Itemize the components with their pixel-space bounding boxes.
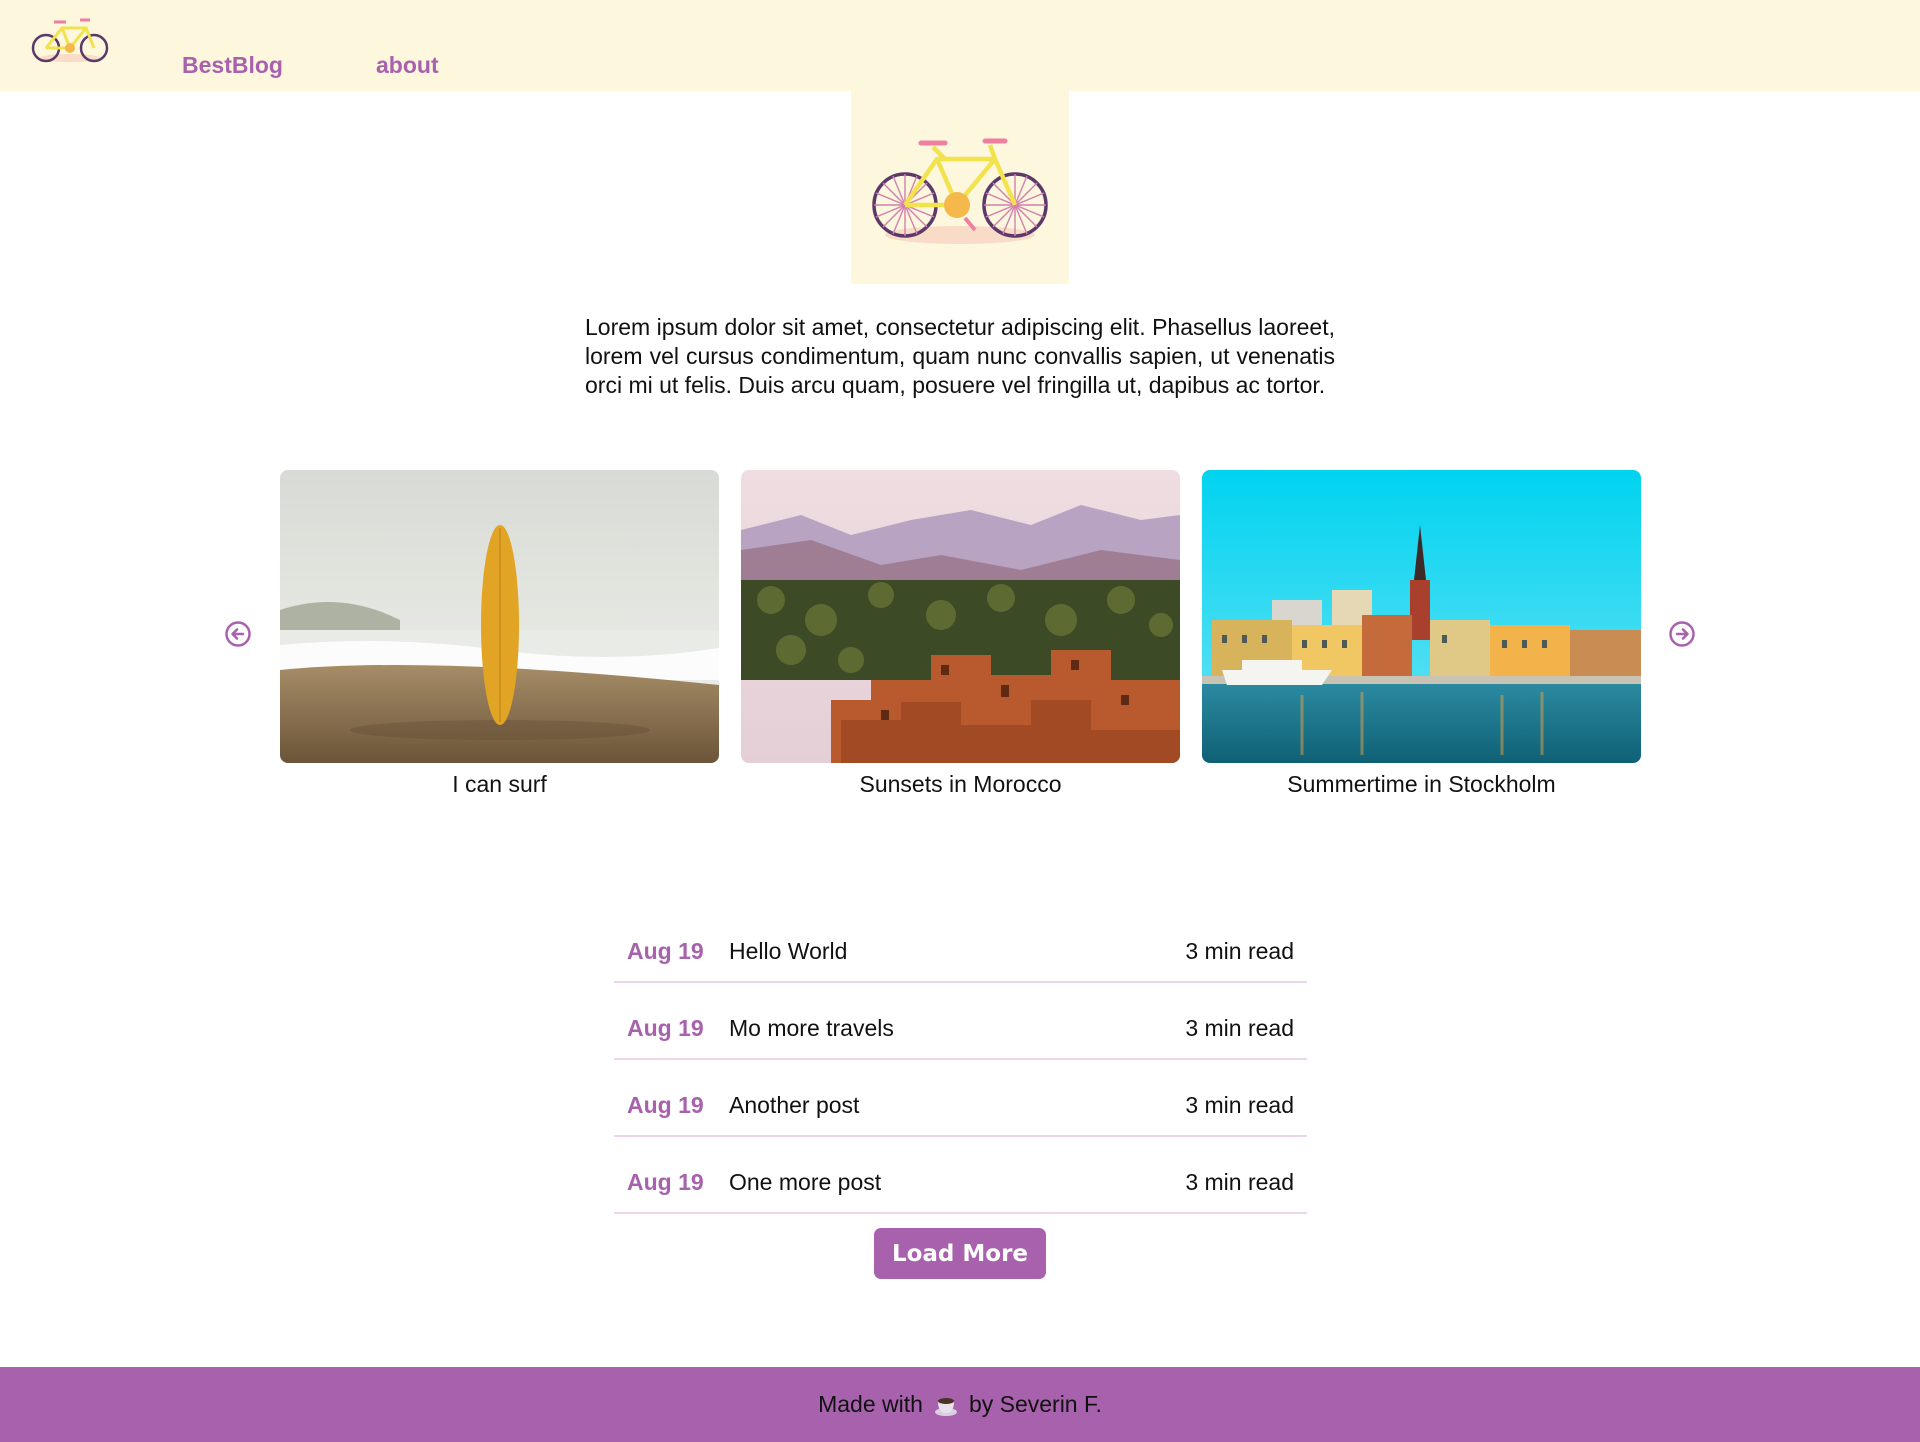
footer: Made with by Severin F. <box>0 1367 1920 1442</box>
arrow-right-circle-icon[interactable] <box>1668 620 1696 648</box>
post-date: Aug 19 <box>627 938 704 964</box>
card-title[interactable]: Sunsets in Morocco <box>741 771 1180 798</box>
bicycle-icon <box>872 138 1048 244</box>
post-read-time: 3 min read <box>1185 938 1294 964</box>
carousel-card[interactable]: Sunsets in Morocco <box>741 470 1180 798</box>
post-title[interactable]: One more post <box>729 1169 1185 1196</box>
post-read-time: 3 min read <box>1185 1092 1294 1118</box>
nav-brand-link[interactable]: BestBlog <box>182 52 283 79</box>
post-title[interactable]: Hello World <box>729 938 1185 965</box>
card-title[interactable]: I can surf <box>280 771 719 798</box>
nav-about-link[interactable]: about <box>376 52 439 79</box>
load-more-button[interactable]: Load More <box>874 1228 1046 1279</box>
post-date: Aug 19 <box>627 1015 704 1041</box>
intro-paragraph: Lorem ipsum dolor sit amet, consectetur … <box>585 314 1335 398</box>
coffee-cup-icon <box>934 1397 957 1416</box>
carousel-card[interactable]: Summertime in Stockholm <box>1202 470 1641 798</box>
bicycle-icon[interactable] <box>30 14 110 66</box>
arrow-left-circle-icon[interactable] <box>224 620 252 648</box>
post-row[interactable]: Aug 19 One more post 3 min read <box>614 1137 1307 1214</box>
post-list: Aug 19 Hello World 3 min read Aug 19 Mo … <box>614 906 1307 1214</box>
post-date: Aug 19 <box>627 1169 704 1195</box>
stockholm-waterfront-image[interactable] <box>1202 470 1641 763</box>
post-title[interactable]: Mo more travels <box>729 1015 1185 1042</box>
post-row[interactable]: Aug 19 Hello World 3 min read <box>614 906 1307 983</box>
carousel-card[interactable]: I can surf <box>280 470 719 798</box>
post-title[interactable]: Another post <box>729 1092 1185 1119</box>
post-read-time: 3 min read <box>1185 1169 1294 1195</box>
post-read-time: 3 min read <box>1185 1015 1294 1041</box>
footer-suffix: by Severin F. <box>968 1391 1102 1417</box>
surfboard-beach-image[interactable] <box>280 470 719 763</box>
card-title[interactable]: Summertime in Stockholm <box>1202 771 1641 798</box>
footer-prefix: Made with <box>818 1391 923 1417</box>
navbar: BestBlog about <box>0 0 1920 91</box>
hero-banner <box>851 91 1069 284</box>
post-date: Aug 19 <box>627 1092 704 1118</box>
morocco-village-image[interactable] <box>741 470 1180 763</box>
post-row[interactable]: Aug 19 Another post 3 min read <box>614 1060 1307 1137</box>
post-row[interactable]: Aug 19 Mo more travels 3 min read <box>614 983 1307 1060</box>
